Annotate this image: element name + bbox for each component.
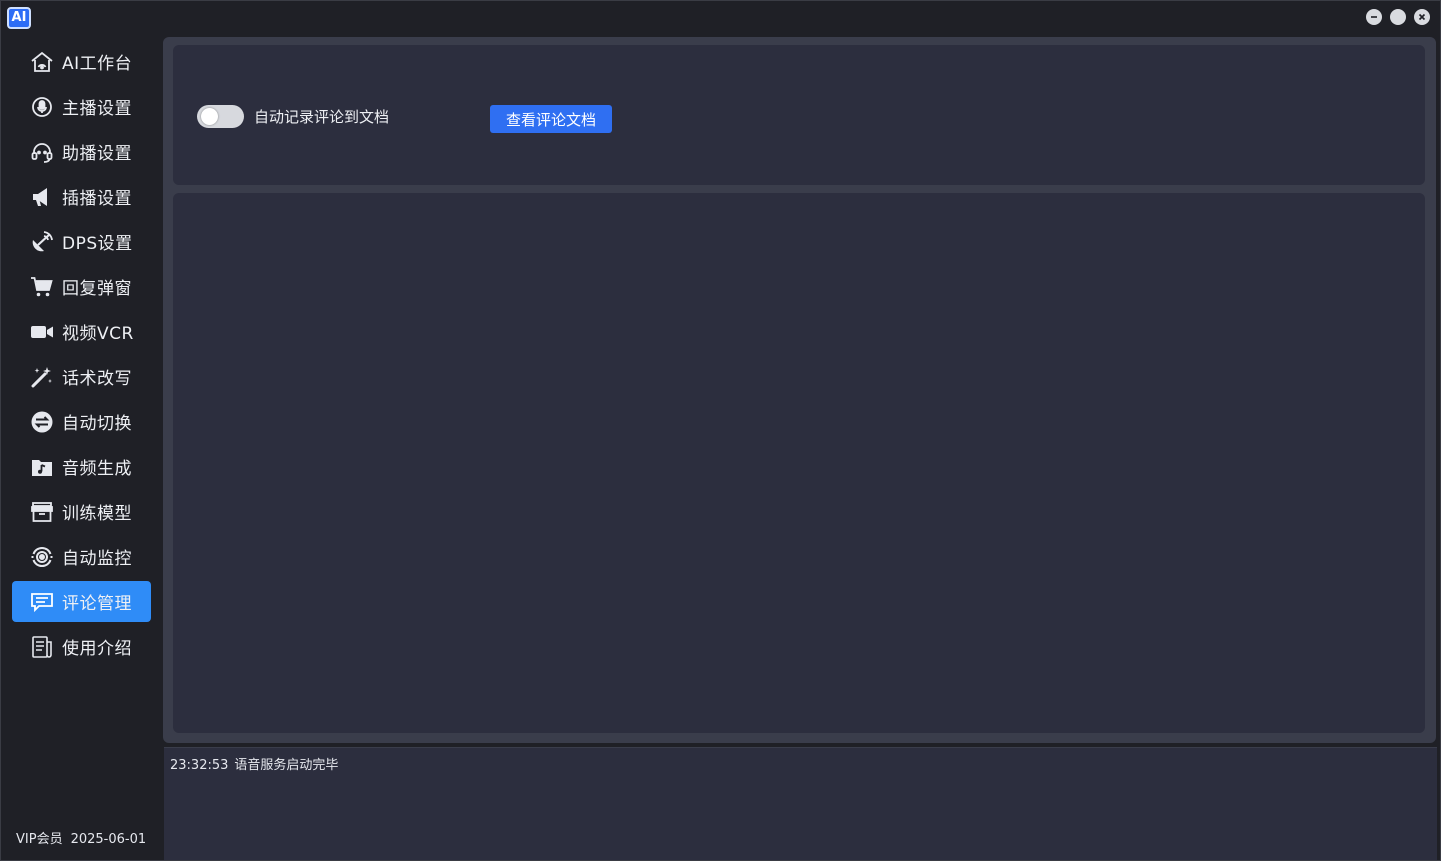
window-controls bbox=[1366, 9, 1430, 25]
maximize-icon[interactable] bbox=[1390, 9, 1406, 25]
sidebar-item-auto-monitor[interactable]: 自动监控 bbox=[12, 536, 151, 577]
sidebar: AI工作台 主播设置 助播设置 插播设置 DPS设置 回复弹窗 视频VCR 话术… bbox=[1, 33, 159, 860]
video-camera-icon bbox=[29, 319, 55, 345]
sidebar-item-label: 插播设置 bbox=[62, 189, 132, 209]
minimize-icon[interactable] bbox=[1366, 9, 1382, 25]
close-icon[interactable] bbox=[1414, 9, 1430, 25]
sidebar-item-video-vcr[interactable]: 视频VCR bbox=[12, 311, 151, 352]
sidebar-item-label: 训练模型 bbox=[62, 504, 132, 524]
auto-record-label: 自动记录评论到文档 bbox=[254, 108, 390, 126]
title-bar: AI bbox=[1, 1, 1440, 33]
cart-icon bbox=[29, 274, 55, 300]
comment-list-panel bbox=[173, 193, 1425, 733]
membership-label: VIP会员 bbox=[16, 832, 63, 847]
sidebar-item-label: 话术改写 bbox=[62, 369, 132, 389]
sidebar-item-label: 自动切换 bbox=[62, 414, 132, 434]
switch-icon bbox=[29, 409, 55, 435]
sidebar-item-label: 视频VCR bbox=[62, 324, 134, 344]
satellite-icon bbox=[29, 229, 55, 255]
microphone-icon bbox=[29, 94, 55, 120]
document-icon bbox=[29, 634, 55, 660]
megaphone-icon bbox=[29, 184, 55, 210]
archive-box-icon bbox=[29, 499, 55, 525]
comment-icon bbox=[29, 589, 55, 615]
app-logo: AI bbox=[7, 7, 31, 29]
sidebar-item-label: DPS设置 bbox=[62, 234, 133, 254]
sidebar-item-label: 使用介绍 bbox=[62, 639, 132, 659]
sidebar-item-reply-popup[interactable]: 回复弹窗 bbox=[12, 266, 151, 307]
sidebar-item-usage-guide[interactable]: 使用介绍 bbox=[12, 626, 151, 667]
sidebar-item-label: 自动监控 bbox=[62, 549, 132, 569]
magic-wand-icon bbox=[29, 364, 55, 390]
sidebar-item-insert-settings[interactable]: 插播设置 bbox=[12, 176, 151, 217]
sidebar-item-script-rewrite[interactable]: 话术改写 bbox=[12, 356, 151, 397]
log-message: 语音服务启动完毕 bbox=[234, 758, 339, 773]
membership-info: VIP会员 2025-06-01 bbox=[16, 828, 146, 847]
main-content: 自动记录评论到文档 查看评论文档 bbox=[163, 37, 1436, 743]
view-comment-doc-button[interactable]: 查看评论文档 bbox=[490, 105, 612, 133]
sidebar-item-ai-workbench[interactable]: AI工作台 bbox=[12, 41, 151, 82]
home-icon bbox=[29, 49, 55, 75]
toggle-knob bbox=[201, 108, 218, 125]
log-panel: 23:32:53 语音服务启动完毕 bbox=[164, 747, 1437, 860]
sidebar-item-label: AI工作台 bbox=[62, 54, 133, 74]
log-time: 23:32:53 bbox=[170, 758, 229, 773]
app-window: AI AI工作台 主播设置 助播设置 插播设置 DPS设置 回复弹窗 视频VCR… bbox=[0, 0, 1441, 861]
monitor-target-icon bbox=[29, 544, 55, 570]
comment-settings-panel: 自动记录评论到文档 查看评论文档 bbox=[173, 45, 1425, 185]
headset-icon bbox=[29, 139, 55, 165]
auto-record-toggle[interactable] bbox=[197, 105, 244, 128]
sidebar-item-label: 回复弹窗 bbox=[62, 279, 132, 299]
sidebar-item-dps-settings[interactable]: DPS设置 bbox=[12, 221, 151, 262]
sidebar-item-label: 助播设置 bbox=[62, 144, 132, 164]
sidebar-item-label: 主播设置 bbox=[62, 99, 132, 119]
sidebar-item-auto-switch[interactable]: 自动切换 bbox=[12, 401, 151, 442]
sidebar-item-assistant-settings[interactable]: 助播设置 bbox=[12, 131, 151, 172]
sidebar-item-label: 评论管理 bbox=[62, 594, 132, 614]
sidebar-item-anchor-settings[interactable]: 主播设置 bbox=[12, 86, 151, 127]
sidebar-item-comment-management[interactable]: 评论管理 bbox=[12, 581, 151, 622]
sidebar-item-audio-generation[interactable]: 音频生成 bbox=[12, 446, 151, 487]
log-line: 23:32:53 语音服务启动完毕 bbox=[170, 754, 338, 773]
music-folder-icon bbox=[29, 454, 55, 480]
sidebar-item-label: 音频生成 bbox=[62, 459, 132, 479]
membership-expiry: 2025-06-01 bbox=[70, 832, 147, 847]
sidebar-item-train-model[interactable]: 训练模型 bbox=[12, 491, 151, 532]
